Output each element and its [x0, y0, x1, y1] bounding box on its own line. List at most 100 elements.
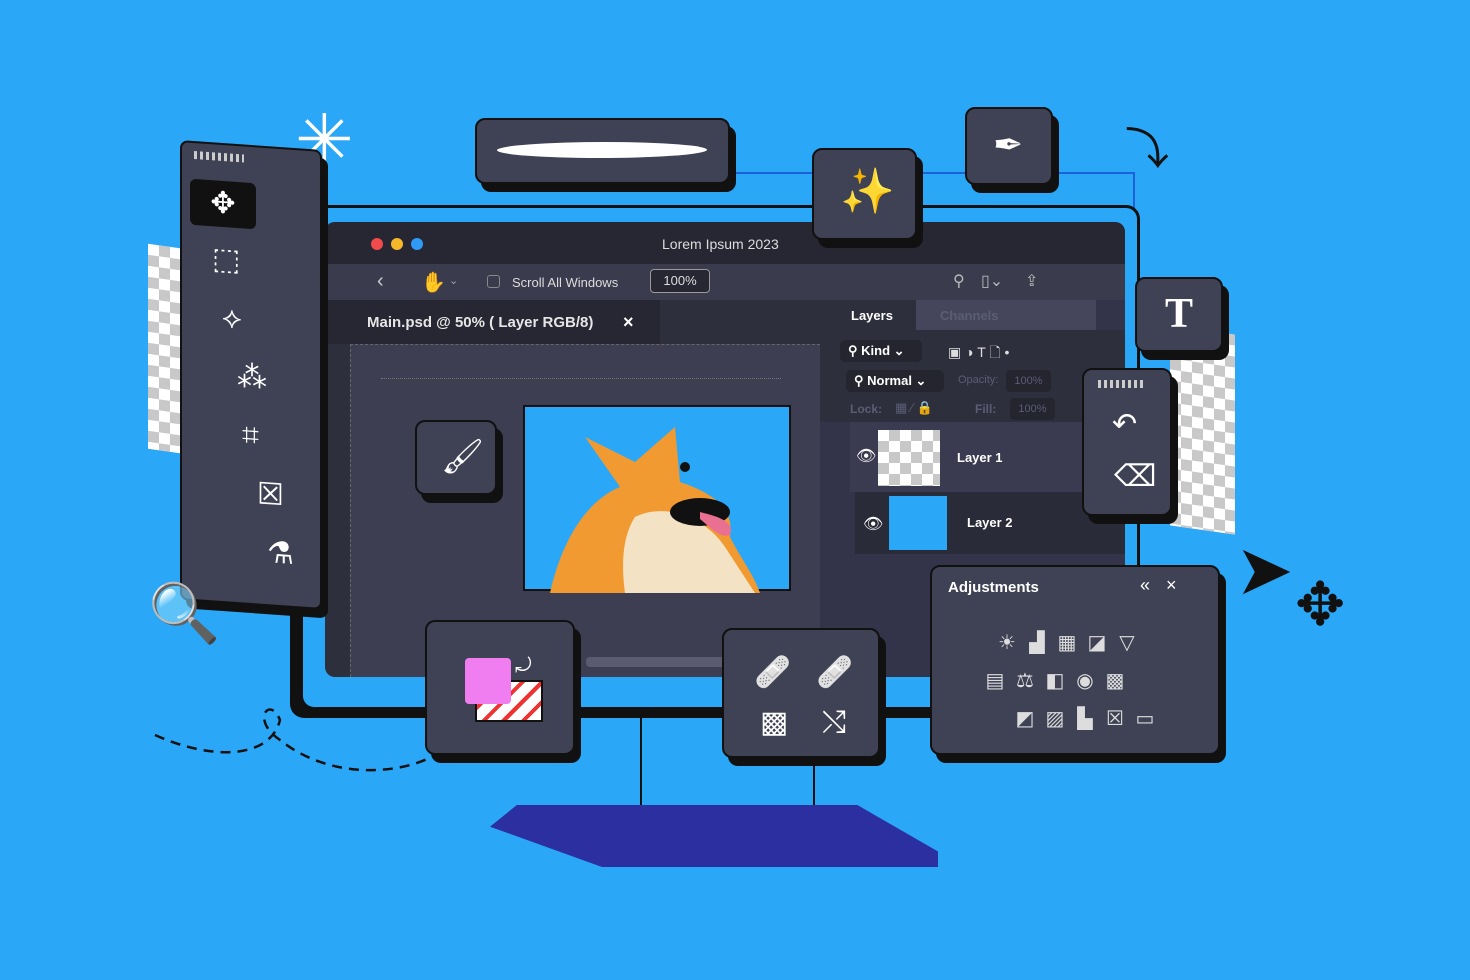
brush-tool-tile[interactable]: 🖌	[415, 420, 497, 495]
workspace-icon[interactable]: ▯⌄	[981, 271, 1003, 291]
exposure-icon[interactable]: ◪	[1082, 625, 1112, 661]
opacity-field[interactable]: 100%	[1006, 370, 1051, 392]
adjustment-row: ◩ ▨ ▙ ☒ ▭	[1010, 701, 1192, 739]
posterize-icon[interactable]: ▙	[1070, 701, 1100, 737]
brightness-icon[interactable]: ☀	[992, 625, 1022, 661]
lock-icons[interactable]: ▦ ⁄ 🔒	[895, 400, 933, 416]
close-panel-icon[interactable]: ×	[1166, 575, 1177, 596]
rotate-arrow-icon: ⤵	[1125, 125, 1169, 174]
spot-healing-icon[interactable]: 🩹	[754, 658, 791, 688]
monitor-base	[490, 805, 938, 867]
chevron-down-icon[interactable]: ⌄	[449, 274, 458, 287]
layer-name: Layer 1	[957, 450, 1003, 465]
blend-mode-dropdown[interactable]: ⚲ Normal ⌄	[846, 370, 944, 392]
minimize-window-button[interactable]	[391, 238, 403, 250]
healing-tools-tile: 🩹 🩹 ▩ ⤭	[722, 628, 880, 758]
panel-grip[interactable]	[1098, 380, 1143, 388]
black-white-icon[interactable]: ◧	[1040, 663, 1070, 699]
curves-icon[interactable]: ▦	[1052, 625, 1082, 661]
close-window-button[interactable]	[371, 238, 383, 250]
threshold-icon[interactable]: ▨	[1040, 701, 1070, 737]
hue-saturation-icon[interactable]: ▤	[980, 663, 1010, 699]
layer-thumbnail	[889, 496, 947, 550]
adjustment-row: ☀ ▟ ▦ ◪ ▽	[992, 625, 1192, 663]
move-tool-button[interactable]: ✥	[190, 178, 256, 230]
panel-grip[interactable]	[194, 151, 244, 163]
tab-channels[interactable]: Channels	[916, 300, 1096, 330]
levels-icon[interactable]: ▟	[1022, 625, 1052, 661]
fill-field[interactable]: 100%	[1010, 398, 1055, 420]
brush-icon: 🖌	[441, 438, 485, 476]
type-tool-tile[interactable]: T	[1135, 277, 1223, 352]
channel-mixer-icon[interactable]: ▩	[1100, 663, 1130, 699]
tab-layers-label: Layers	[851, 308, 893, 323]
patch-icon[interactable]: ▩	[760, 708, 788, 738]
eraser-icon[interactable]: ⌫	[1114, 462, 1156, 492]
layer-name: Layer 2	[967, 515, 1013, 530]
marquee-tool-icon[interactable]: ⬚	[212, 242, 240, 277]
fill-label: Fill:	[975, 402, 997, 416]
selective-color-icon[interactable]: ☒	[1100, 701, 1130, 737]
maximize-window-button[interactable]	[411, 238, 423, 250]
scroll-all-checkbox[interactable]	[487, 275, 500, 288]
swap-colors-icon[interactable]: ⤾	[515, 656, 532, 676]
brush-stroke-icon	[494, 142, 710, 158]
cursor-arrow-icon: ➤	[1235, 531, 1294, 609]
scroll-all-label: Scroll All Windows	[512, 275, 619, 290]
lasso-tool-icon[interactable]: ⟡	[222, 301, 242, 335]
search-icon[interactable]: ⚲	[953, 271, 965, 291]
transparency-strip-right	[1170, 325, 1235, 535]
eye-icon[interactable]: 👁	[863, 514, 883, 534]
vibrance-icon[interactable]: ▽	[1112, 625, 1142, 661]
type-icon: T	[1165, 291, 1194, 337]
adjustments-panel: Adjustments « × ☀ ▟ ▦ ◪ ▽ ▤ ⚖ ◧ ◉ ▩ ◩ ▨ ▙ ☒ ▭	[930, 565, 1220, 755]
filter-type-icons[interactable]: ▣ ◑ T 🗋 •	[948, 342, 1009, 366]
healing-brush-icon[interactable]: 🩹	[816, 658, 853, 688]
zoom-field[interactable]: 100%	[650, 269, 710, 293]
share-icon[interactable]: ⇪	[1025, 271, 1038, 291]
right-tools-panel: ↶ ⌫	[1082, 368, 1172, 516]
adjustments-title: Adjustments	[948, 579, 1039, 596]
brush-stroke-preview[interactable]	[475, 118, 730, 184]
pen-icon: ✒	[993, 124, 1024, 165]
pen-tool-tile[interactable]: ✒	[965, 107, 1053, 185]
ruler	[381, 373, 781, 379]
crop-tool-icon[interactable]: ⌗	[242, 418, 259, 452]
layers-controls: ⚲ Kind ⌄ ▣ ◑ T 🗋 • ⚲ Normal ⌄ Opacity: 1…	[820, 330, 1125, 422]
document-tab-label: Main.psd @ 50% ( Layer RGB/8)	[367, 314, 594, 331]
history-brush-icon[interactable]: ↶	[1112, 410, 1137, 440]
document-tab[interactable]: Main.psd @ 50% ( Layer RGB/8) ×	[325, 300, 660, 344]
hand-tool-icon[interactable]: ✋	[421, 270, 446, 295]
content-aware-move-icon[interactable]: ⤭	[822, 708, 846, 738]
magic-wand-tile[interactable]: ✨	[812, 148, 917, 240]
foreground-color-swatch[interactable]	[465, 658, 511, 704]
tools-panel: ✥ ⬚ ⟡ ⁂ ⌗ ☒ ⚗	[180, 140, 322, 610]
opacity-label: Opacity:	[958, 374, 999, 386]
magic-wand-tool-icon[interactable]: ⁂	[237, 360, 267, 395]
dashed-path	[154, 708, 436, 772]
blend-mode-value: Normal	[867, 373, 912, 388]
adjustment-row: ▤ ⚖ ◧ ◉ ▩	[980, 663, 1192, 701]
gradient-map-icon[interactable]: ▭	[1130, 701, 1160, 737]
close-tab-icon[interactable]: ×	[623, 312, 634, 333]
magic-wand-icon: ✨	[840, 167, 895, 216]
tab-channels-label: Channels	[940, 308, 999, 323]
collapse-icon[interactable]: «	[1140, 575, 1150, 596]
eye-icon[interactable]: 👁	[856, 446, 876, 466]
back-icon[interactable]: ‹	[377, 270, 384, 293]
invert-icon[interactable]: ◩	[1010, 701, 1040, 737]
tab-layers[interactable]: Layers	[820, 300, 916, 330]
eyedropper-tool-icon[interactable]: ⚗	[267, 536, 294, 571]
zoom-in-icon: 🔍	[148, 581, 221, 646]
corgi-image	[550, 427, 760, 593]
layer-thumbnail	[878, 430, 940, 486]
color-balance-icon[interactable]: ⚖	[1010, 663, 1040, 699]
kind-filter-value: Kind	[861, 343, 891, 358]
lock-label: Lock:	[850, 402, 883, 416]
color-swatches-tile[interactable]: ⤾	[425, 620, 575, 755]
title-bar: Lorem Ipsum 2023	[325, 222, 1125, 264]
frame-tool-icon[interactable]: ☒	[257, 477, 284, 512]
kind-filter-dropdown[interactable]: ⚲ Kind ⌄	[840, 340, 922, 362]
photo-filter-icon[interactable]: ◉	[1070, 663, 1100, 699]
image-canvas	[523, 405, 791, 593]
